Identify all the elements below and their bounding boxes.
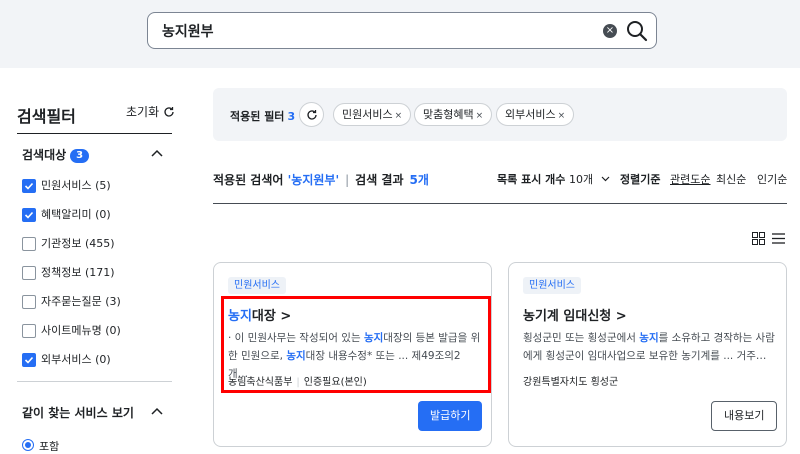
count-badge: 3 — [70, 149, 90, 163]
checkbox-label: 외부서비스 (0) — [41, 353, 111, 366]
desc-highlight: 농지 — [639, 332, 659, 344]
highlight-box — [221, 296, 491, 393]
related-services-section[interactable]: 같이 찾는 서비스 보기 — [22, 404, 134, 421]
grid-view-icon[interactable] — [752, 232, 765, 245]
org-name: 강원특별자치도 횡성군 — [523, 377, 619, 388]
list-count-label: 목록 표시 개수 — [497, 173, 566, 186]
chevron-up-icon[interactable] — [151, 149, 163, 157]
chip-remove-icon[interactable]: × — [395, 111, 403, 121]
search-query: '농지원부' — [287, 173, 340, 187]
checkbox-label: 정책정보 (171) — [41, 266, 115, 279]
checkbox-label: 혜택알리미 (0) — [41, 208, 111, 221]
desc-text: 횡성군민 또는 횡성군에서 — [523, 332, 640, 344]
checkbox-checked[interactable] — [22, 179, 36, 193]
reset-label: 초기화 — [126, 105, 160, 119]
applied-count: 3 — [287, 110, 296, 123]
sort-popular[interactable]: 인기순 — [757, 171, 787, 187]
checkbox-unchecked[interactable] — [22, 237, 36, 251]
card-title-link[interactable]: 농기계 임대신청 > — [523, 305, 627, 324]
radio-label: 포함 — [39, 440, 60, 453]
clear-icon[interactable]: × — [603, 24, 617, 38]
list-view-icon[interactable] — [772, 232, 785, 245]
applied-filters-bar: 적용된 필터 3 민원서비스 × 맞춤형혜택 × 외부서비스 × — [213, 88, 787, 141]
sort-relevance[interactable]: 관련도순 — [670, 171, 710, 187]
result-count: 5개 — [409, 173, 429, 187]
checkbox-label: 사이트메뉴명 (0) — [41, 324, 121, 337]
chevron-down-icon — [601, 176, 610, 182]
chip-label: 민원서비스 — [342, 108, 393, 121]
check-icon — [24, 182, 34, 190]
checkbox-checked[interactable] — [22, 208, 36, 222]
summary-prefix: 적용된 검색어 — [213, 173, 284, 187]
checkbox-label: 기관정보 (455) — [41, 237, 115, 250]
result-label: 검색 결과 — [355, 173, 404, 187]
checkbox-unchecked[interactable] — [22, 295, 36, 309]
chip-remove-icon[interactable]: × — [558, 111, 566, 121]
chip-label: 맞춤형혜택 — [423, 108, 474, 121]
applied-filters-label: 적용된 필터 3 — [230, 108, 295, 124]
checkbox-unchecked[interactable] — [22, 266, 36, 280]
filter-chip[interactable]: 외부서비스 × — [496, 103, 575, 126]
list-count-value: 10개 — [569, 173, 594, 186]
filter-chip[interactable]: 맞춤형혜택 × — [414, 103, 493, 126]
search-target-section[interactable]: 검색대상 3 — [22, 146, 90, 163]
sort-label: 정렬기준 — [620, 173, 661, 186]
check-icon — [24, 211, 34, 219]
chip-remove-icon[interactable]: × — [476, 111, 484, 121]
category-tag: 민원서비스 — [523, 277, 581, 294]
search-icon[interactable] — [626, 20, 648, 42]
filter-title: 검색필터 — [17, 107, 76, 126]
divider — [17, 381, 172, 382]
chip-label: 외부서비스 — [505, 108, 556, 121]
separator: | — [345, 173, 350, 187]
result-card: 민원서비스 농기계 임대신청 > 횡성군민 또는 횡성군에서 농지를 소유하고 … — [508, 262, 787, 447]
include-radio[interactable] — [22, 439, 34, 451]
section-title: 검색대상 — [22, 148, 67, 162]
refresh-icon — [164, 107, 174, 117]
applied-label-text: 적용된 필터 — [230, 110, 285, 123]
search-box[interactable]: 농지원부 × — [147, 12, 657, 49]
card-meta: 강원특별자치도 횡성군 — [523, 373, 618, 388]
list-count-select[interactable]: 10개 — [569, 171, 610, 187]
filter-chip[interactable]: 민원서비스 × — [333, 103, 412, 126]
view-details-button[interactable]: 내용보기 — [711, 401, 778, 431]
results-divider — [213, 203, 787, 204]
search-input[interactable]: 농지원부 — [162, 21, 214, 41]
checkbox-checked[interactable] — [22, 353, 36, 367]
issue-button[interactable]: 발급하기 — [418, 401, 483, 431]
refresh-filters-button[interactable] — [299, 102, 324, 127]
category-tag: 민원서비스 — [228, 277, 286, 294]
checkbox-label: 민원서비스 (5) — [41, 179, 111, 192]
refresh-icon — [307, 110, 317, 120]
reset-button[interactable]: 초기화 — [126, 103, 175, 120]
divider — [17, 133, 172, 134]
check-icon — [24, 356, 34, 364]
chevron-up-icon[interactable] — [151, 407, 163, 415]
sort-latest[interactable]: 최신순 — [716, 171, 746, 187]
card-description: 횡성군민 또는 횡성군에서 농지를 소유하고 경작하는 사람에게 횡성군이 임대… — [523, 329, 778, 365]
search-header: 농지원부 × — [0, 0, 800, 68]
checkbox-label: 자주묻는질문 (3) — [41, 295, 121, 308]
checkbox-unchecked[interactable] — [22, 324, 36, 338]
result-summary: 적용된 검색어 '농지원부' | 검색 결과 5개 — [213, 171, 429, 188]
